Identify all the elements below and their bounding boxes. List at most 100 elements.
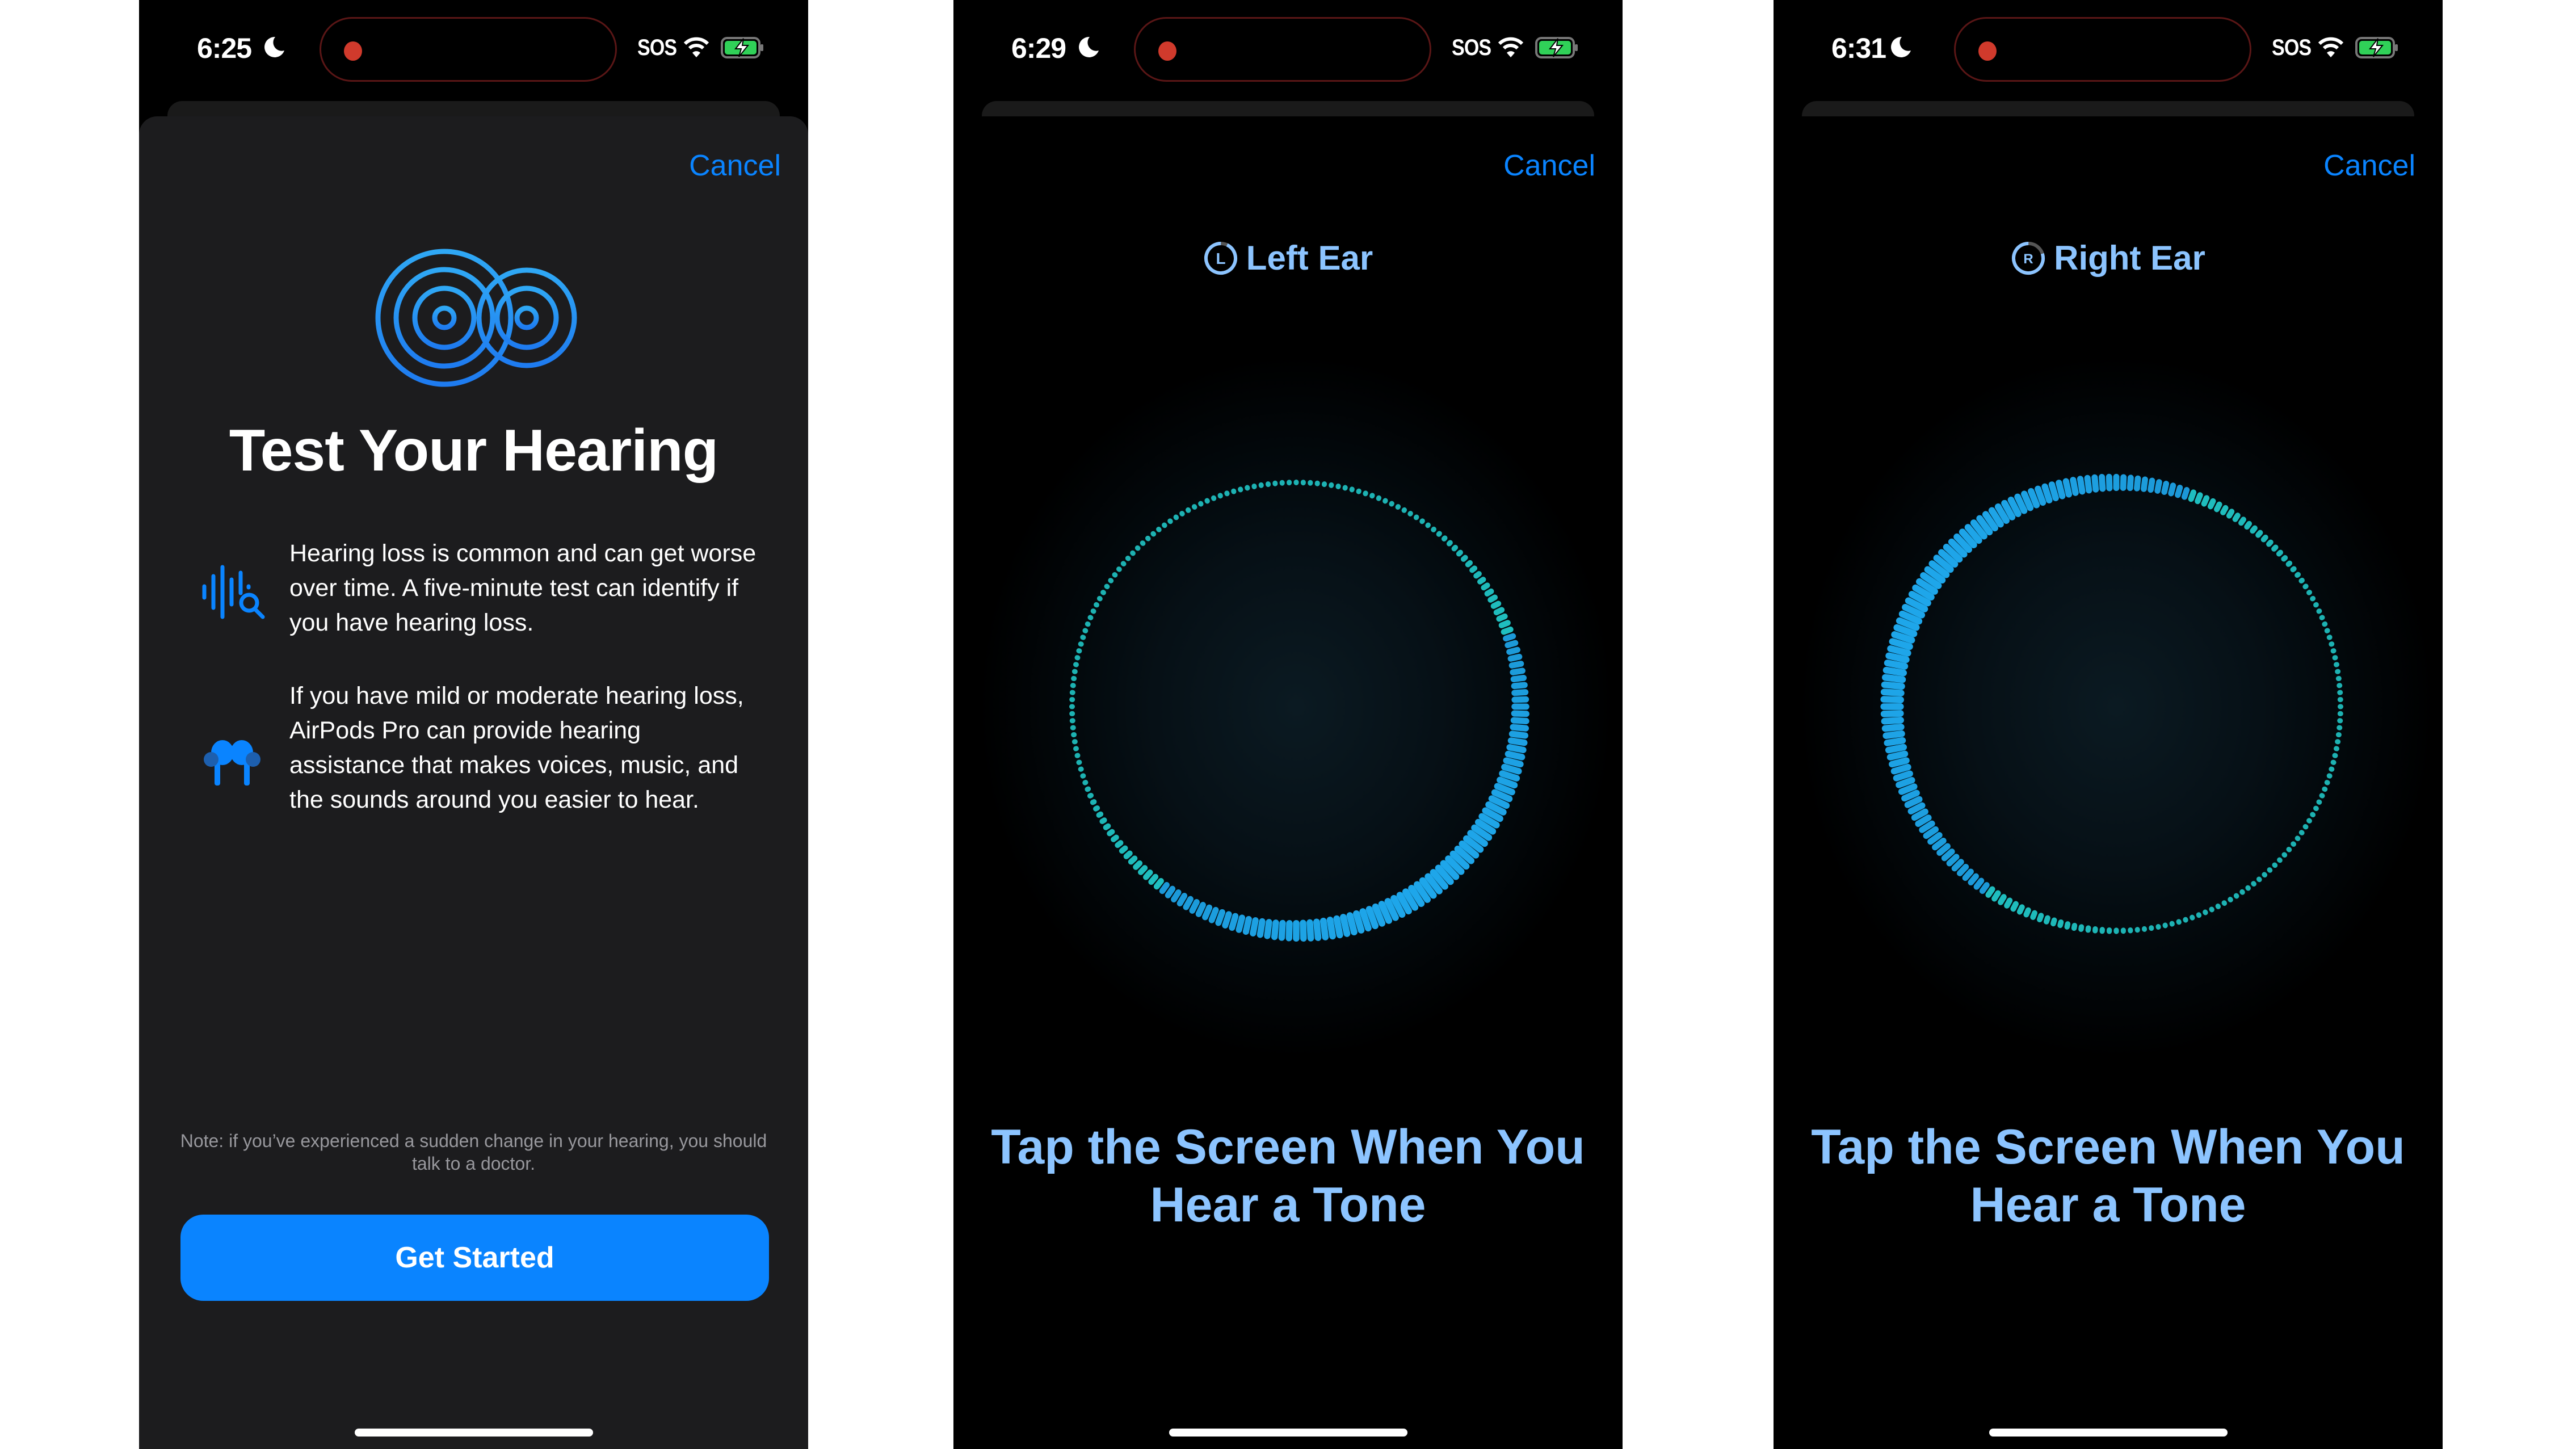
- ring-tick: [1085, 786, 1091, 792]
- ring-tick: [2127, 474, 2134, 492]
- right-ear-progress-icon: R: [2012, 241, 2045, 275]
- cancel-button[interactable]: Cancel: [2323, 149, 2415, 183]
- ring-tick: [1293, 919, 1300, 942]
- ring-tick: [1511, 703, 1529, 710]
- ring-tick: [2203, 909, 2208, 915]
- ring-tick: [2337, 718, 2343, 724]
- ring-tick: [2245, 885, 2251, 891]
- ring-tick: [1308, 480, 1313, 486]
- ring-tick: [1321, 481, 1327, 488]
- phone-screen-left-ear-test[interactable]: 6:29 SOS Cancel L Left Ear Tap the Scree…: [953, 0, 1623, 1449]
- phone-screen-right-ear-test[interactable]: 6:31 SOS Cancel R Right Ear Tap the Scre…: [1774, 0, 2443, 1449]
- moon-icon: [264, 36, 284, 57]
- ring-tick: [1238, 486, 1243, 493]
- ring-tick: [2085, 925, 2091, 933]
- ring-tick: [1389, 501, 1394, 507]
- ring-tick: [1436, 531, 1442, 537]
- ring-tick: [2128, 927, 2133, 934]
- ring-tick: [2285, 560, 2293, 567]
- ring-tick: [2298, 577, 2305, 584]
- status-time: 6:31: [1831, 32, 1886, 64]
- carrier-sos: SOS: [637, 35, 677, 60]
- ring-tick: [2316, 608, 2322, 614]
- ring-tick: [2281, 555, 2288, 562]
- ring-tick: [2295, 835, 2301, 841]
- ring-tick: [1300, 480, 1306, 486]
- ring-tick: [2330, 759, 2337, 765]
- home-indicator[interactable]: [355, 1429, 593, 1437]
- ring-tick: [2256, 876, 2262, 883]
- ring-tick: [2057, 919, 2064, 929]
- get-started-button[interactable]: Get Started: [180, 1215, 769, 1301]
- dynamic-island[interactable]: [1134, 17, 1431, 82]
- ring-tick: [1342, 485, 1348, 491]
- ring-tick: [1245, 485, 1250, 491]
- dynamic-island[interactable]: [1954, 17, 2251, 82]
- ring-tick: [1211, 495, 1217, 501]
- ring-tick: [2106, 473, 2113, 492]
- ring-tick: [1880, 688, 1905, 697]
- ring-tick: [2319, 615, 2325, 620]
- ring-tick: [2324, 628, 2330, 633]
- ring-tick: [1074, 753, 1081, 758]
- ring-tick: [1130, 550, 1136, 556]
- ring-tick: [1407, 511, 1413, 516]
- ring-tick: [1511, 696, 1529, 703]
- ring-tick: [2064, 921, 2071, 930]
- ring-tick: [1511, 710, 1529, 717]
- dynamic-island[interactable]: [320, 17, 617, 82]
- ring-tick: [1198, 501, 1204, 507]
- ring-tick: [1173, 514, 1179, 520]
- cancel-button[interactable]: Cancel: [1503, 149, 1595, 183]
- tone-ring-visualizer: [1880, 473, 2343, 934]
- ring-tick: [1425, 522, 1431, 528]
- battery-charging-icon: [2355, 37, 2398, 58]
- ring-tick: [2332, 753, 2338, 758]
- ring-tick: [1349, 486, 1355, 493]
- ring-tick: [1071, 739, 1078, 745]
- ring-tick: [1156, 526, 1162, 532]
- ear-indicator: R Right Ear: [1774, 238, 2443, 278]
- ring-tick: [2326, 635, 2333, 640]
- ring-tick: [1395, 504, 1401, 510]
- ring-tick: [1880, 696, 1904, 703]
- ring-tick: [2044, 915, 2050, 925]
- home-indicator[interactable]: [1169, 1429, 1407, 1437]
- ring-tick: [1314, 480, 1320, 486]
- ring-tick: [1880, 710, 1904, 717]
- ring-tick: [1224, 490, 1230, 497]
- ring-tick: [2267, 867, 2273, 873]
- ring-tick: [2120, 474, 2127, 491]
- ring-tick: [2215, 904, 2221, 909]
- ring-tick: [1369, 493, 1375, 499]
- ring-tick: [1382, 498, 1388, 504]
- tap-instruction: Tap the Screen When You Hear a Tone: [991, 1120, 1585, 1232]
- ring-tick: [2233, 893, 2239, 899]
- ring-tick: [2290, 566, 2297, 573]
- moon-icon: [1891, 36, 1911, 57]
- ring-tick: [2169, 921, 2175, 927]
- ring-tick: [2286, 846, 2292, 852]
- ring-tick: [2335, 675, 2342, 682]
- ring-tick: [1179, 511, 1185, 516]
- ring-tick: [2335, 732, 2342, 738]
- ring-tick: [1087, 792, 1094, 799]
- ring-tick: [2302, 583, 2309, 590]
- cancel-button[interactable]: Cancel: [689, 149, 781, 183]
- ring-tick: [1446, 540, 1453, 547]
- ring-tick: [1078, 766, 1084, 772]
- ring-tick: [1413, 514, 1419, 520]
- ring-tick: [1204, 498, 1210, 504]
- ring-tick: [1071, 732, 1077, 738]
- ear-badge-letter: R: [2023, 251, 2033, 267]
- ring-tick: [2209, 906, 2214, 913]
- ring-tick: [1300, 919, 1307, 942]
- home-indicator[interactable]: [1989, 1429, 2228, 1437]
- tone-ring-visualizer: [1069, 480, 1529, 942]
- ring-tick: [2313, 602, 2319, 608]
- ring-tick: [1069, 711, 1075, 716]
- ring-tick: [1265, 481, 1271, 488]
- ring-tick: [1069, 704, 1075, 709]
- ear-indicator: L Left Ear: [953, 238, 1623, 278]
- carrier-sos: SOS: [1452, 35, 1491, 60]
